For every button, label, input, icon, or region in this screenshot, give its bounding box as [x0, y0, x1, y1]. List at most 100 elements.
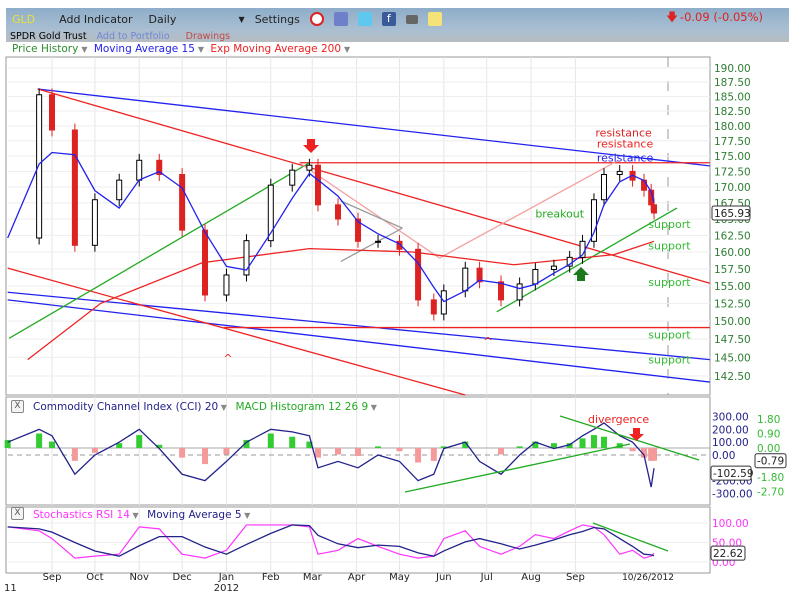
macd-histogram-bar [136, 435, 143, 448]
macd-histogram-bar [314, 448, 321, 458]
trendline [340, 200, 403, 229]
candle-body [462, 267, 469, 292]
y-tick-label: 190.00 [714, 63, 751, 75]
candle-body [202, 229, 209, 296]
caret-marker: ^ [223, 352, 232, 365]
y-tick-label: 185.00 [714, 91, 751, 103]
cci-last-value: -102.59 [713, 468, 754, 480]
macd-histogram-bar [498, 448, 505, 455]
macd-histogram-bar [651, 448, 658, 461]
chart-annotation: resistance [597, 152, 654, 165]
candle-body [440, 290, 447, 315]
x-tick-label: May [389, 572, 410, 583]
macd-histogram-bar [202, 448, 209, 465]
candle-body [314, 164, 321, 206]
macd-tick-label: 0.00 [757, 443, 780, 455]
y-tick-label: 170.00 [714, 182, 751, 194]
stoch-tick-label: 100.00 [712, 518, 749, 530]
macd-histogram-bar [289, 436, 296, 448]
chevron-down-icon[interactable]: ▼ [368, 403, 377, 412]
x-tick-label: Mar [303, 572, 323, 583]
macd-histogram-bar [49, 441, 55, 448]
chart-annotation: support [648, 353, 691, 366]
trendline [340, 227, 403, 262]
cci-tick-label: 200.00 [712, 424, 749, 436]
x-year-label: 2012 [214, 583, 239, 594]
trendline [7, 299, 710, 383]
candle-body [375, 240, 382, 243]
close-panel-button[interactable]: X [11, 400, 24, 413]
macd-tick-label: -2.70 [757, 486, 784, 498]
chart-window: GLD Add Indicator Daily ▼ Settings f 🡇 -0… [0, 0, 789, 606]
divergence-annotation: divergence [588, 413, 649, 426]
y-tick-label: 145.00 [714, 352, 751, 364]
candle-body [430, 299, 437, 315]
y-tick-label: 180.00 [714, 121, 751, 133]
stoch-legend: Stochastics RSI 14 ▼ Moving Average 5 ▼ [33, 509, 256, 521]
stoch-label[interactable]: Stochastics RSI 14 [33, 509, 130, 521]
x-year-label: 11 [4, 583, 17, 594]
cci-tick-label: 300.00 [712, 412, 749, 424]
chevron-down-icon[interactable]: ▼ [130, 511, 141, 520]
y-tick-label: 182.50 [714, 106, 751, 118]
macd-tick-label: -1.80 [757, 472, 784, 484]
x-tick-label: Dec [172, 572, 191, 583]
chart-annotation: support [648, 239, 691, 252]
trendline [8, 162, 310, 339]
macd-histogram-bar [267, 433, 274, 448]
trendline [37, 88, 710, 284]
close-panel-button[interactable]: X [11, 507, 24, 520]
cci-tick-label: 100.00 [712, 437, 749, 449]
macd-histogram-bar [375, 446, 382, 448]
x-tick-label: Sep [566, 572, 585, 583]
stoch-ma-label[interactable]: Moving Average 5 [147, 509, 241, 521]
cci-label[interactable]: Commodity Channel Index (CCI) 20 [33, 401, 218, 413]
y-tick-label: 187.50 [714, 77, 751, 89]
macd-histogram-bar [335, 448, 341, 455]
macd-histogram-bar [629, 448, 636, 452]
candle-body [616, 170, 623, 176]
macd-histogram-bar [600, 436, 607, 448]
chart-annotation: breakout [535, 208, 584, 221]
y-tick-label: 142.50 [714, 371, 751, 383]
caret-marker: ^ [483, 335, 492, 348]
candle-body [516, 283, 523, 301]
candle-body [71, 129, 78, 246]
x-tick-label: Feb [262, 572, 280, 583]
candle-body [498, 281, 505, 301]
candle-body [306, 164, 313, 171]
cci-trendline [404, 443, 631, 493]
moving-average-line [7, 151, 655, 303]
candle-body [289, 169, 296, 186]
stoch-last-value: 22.62 [713, 548, 743, 560]
macd-histogram-bar [590, 435, 597, 448]
chart-annotation: support [648, 328, 691, 341]
chevron-down-icon[interactable]: ▼ [218, 403, 229, 412]
ema-200-line [27, 240, 655, 361]
candle-body [179, 174, 186, 231]
chart-annotation: resistance [597, 137, 654, 150]
chart-annotation: support [648, 276, 691, 289]
x-tick-label: Jul [480, 572, 493, 583]
candle-body [335, 204, 341, 220]
x-tick-label: Jun [435, 572, 452, 583]
macd-histogram-bar [71, 448, 78, 461]
y-tick-label: 155.00 [714, 281, 751, 293]
macd-tick-label: 0.90 [757, 429, 780, 441]
candle-body [36, 94, 43, 239]
candle-body [223, 274, 230, 296]
chevron-down-icon[interactable]: ▼ [242, 511, 250, 520]
cci-tick-label: -300.00 [712, 488, 753, 500]
macd-tick-label: 1.80 [757, 414, 780, 426]
macd-histogram-bar [355, 448, 362, 457]
trendline [7, 291, 710, 361]
macd-label[interactable]: MACD Histogram 12 26 9 [235, 401, 368, 413]
macd-histogram-bar [516, 446, 523, 448]
macd-histogram-bar [91, 448, 98, 453]
x-tick-label: Oct [86, 572, 103, 583]
chart-annotation: support [648, 218, 691, 231]
macd-histogram-bar [36, 433, 43, 448]
y-tick-label: 157.50 [714, 264, 751, 276]
candle-body [116, 179, 123, 201]
x-tick-label: Jan [218, 572, 234, 583]
